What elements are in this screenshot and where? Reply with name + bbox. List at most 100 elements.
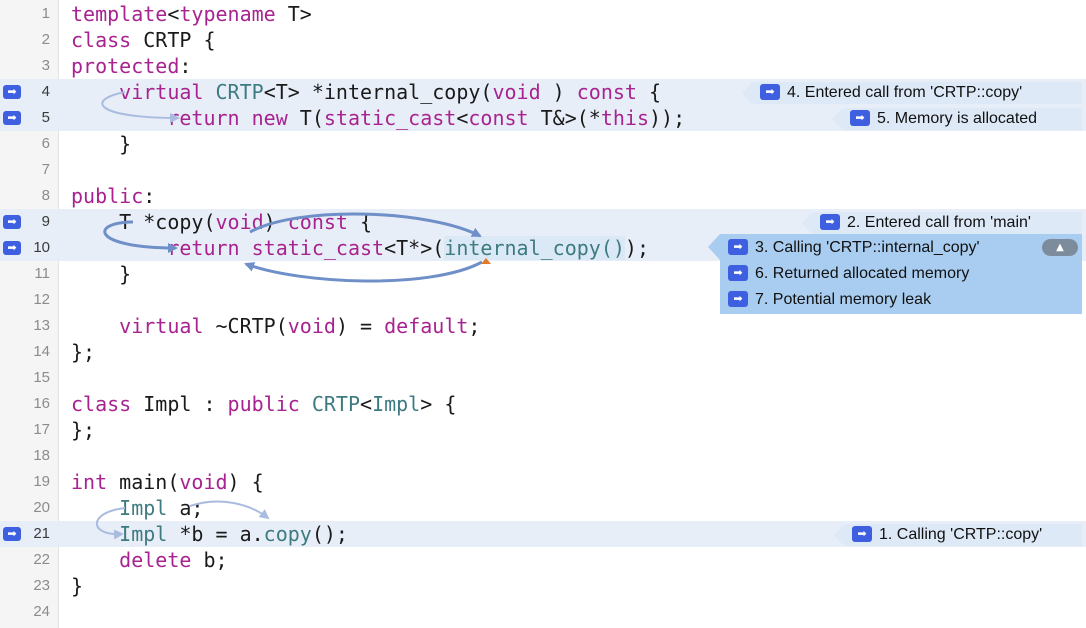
code-token: void xyxy=(215,210,264,234)
code-line-24[interactable]: 24 xyxy=(0,599,1086,625)
code-token: copy xyxy=(263,522,312,546)
code-token: T( xyxy=(287,106,324,130)
code-token: template xyxy=(71,2,168,26)
right-arrow-icon: ➡ xyxy=(760,83,780,100)
code-line-22[interactable]: 22 delete b; xyxy=(0,547,1086,573)
code-token: void xyxy=(287,314,336,338)
code-line-2[interactable]: 2 class CRTP { xyxy=(0,27,1086,53)
code-token: (); xyxy=(311,522,348,546)
code-token: Impl xyxy=(119,522,168,546)
right-arrow-icon: ➡ xyxy=(820,213,840,230)
code-text: class CRTP { xyxy=(71,27,216,53)
right-arrow-icon: ➡ xyxy=(728,264,748,281)
code-text: } xyxy=(71,573,83,599)
code-token: T *copy( xyxy=(71,210,216,234)
code-line-6[interactable]: 6 } xyxy=(0,131,1086,157)
code-text: public: xyxy=(71,183,155,209)
line-number: 24 xyxy=(33,603,50,620)
code-token: } xyxy=(71,262,132,286)
code-token: delete xyxy=(119,548,192,572)
code-line-14[interactable]: 14}; xyxy=(0,339,1086,365)
code-token: > { xyxy=(420,392,457,416)
code-token: class xyxy=(71,28,132,52)
code-text: virtual CRTP<T> *internal_copy(void ) co… xyxy=(71,79,661,105)
code-token: < xyxy=(167,2,180,26)
code-token: static_cast xyxy=(323,106,457,130)
code-token: Impl : xyxy=(131,392,228,416)
code-line-8[interactable]: 8 public: xyxy=(0,183,1086,209)
code-line-13[interactable]: 13 virtual ~CRTP(void) = default; xyxy=(0,313,1086,339)
code-line-18[interactable]: 18 xyxy=(0,443,1086,469)
code-token: : xyxy=(179,54,192,78)
code-token: { xyxy=(636,80,662,104)
code-token: public xyxy=(71,184,144,208)
code-token: ) xyxy=(263,210,288,234)
code-token: new xyxy=(251,106,288,130)
note-step-1[interactable]: ➡ 1. Calling 'CRTP::copy' xyxy=(834,524,1082,546)
code-text: T *copy(void) const { xyxy=(71,209,372,235)
code-token: const xyxy=(576,80,637,104)
code-text: template<typename T> xyxy=(71,1,312,27)
code-line-1[interactable]: 1 template<typename T> xyxy=(0,1,1086,27)
code-line-20[interactable]: 20 Impl a; xyxy=(0,495,1086,521)
code-token: ) { xyxy=(227,470,264,494)
line-number: 7 xyxy=(41,161,50,178)
line-number: 18 xyxy=(33,447,50,464)
note-step-7[interactable]: ➡ 7. Potential memory leak xyxy=(720,287,931,313)
code-text: }; xyxy=(71,339,95,365)
code-token: }; xyxy=(71,340,96,364)
code-token: public xyxy=(227,392,300,416)
line-number: 9 xyxy=(41,213,50,230)
note-step-4[interactable]: ➡ 4. Entered call from 'CRTP::copy' xyxy=(742,82,1082,104)
line-number: 16 xyxy=(33,395,50,412)
code-token: int xyxy=(71,470,108,494)
code-text: } xyxy=(71,261,131,287)
code-line-15[interactable]: 15 xyxy=(0,365,1086,391)
note-step-5[interactable]: ➡ 5. Memory is allocated xyxy=(832,108,1082,130)
code-line-17[interactable]: 17}; xyxy=(0,417,1086,443)
code-line-19[interactable]: 19 int main(void) { xyxy=(0,469,1086,495)
code-line-3[interactable]: 3 protected: xyxy=(0,53,1086,79)
code-line-7[interactable]: 7 xyxy=(0,157,1086,183)
code-token: < xyxy=(360,392,373,416)
code-token: protected xyxy=(71,54,180,78)
code-text: }; xyxy=(71,417,95,443)
note-step-3[interactable]: ➡ 3. Calling 'CRTP::internal_copy' xyxy=(720,235,980,261)
code-token: b; xyxy=(191,548,228,572)
code-token: T> xyxy=(275,2,312,26)
code-line-16[interactable]: 16 class Impl : public CRTP<Impl> { xyxy=(0,391,1086,417)
code-editor[interactable]: 1 template<typename T> 2 class CRTP {3 prote… xyxy=(0,0,1086,628)
line-number: 5 xyxy=(41,109,50,126)
step-panel-line-10[interactable]: ➡ 3. Calling 'CRTP::internal_copy' ▲ ➡ 6. … xyxy=(708,234,1082,314)
line-number: 22 xyxy=(33,551,50,568)
line-number: 12 xyxy=(33,291,50,308)
line-number: 6 xyxy=(41,135,50,152)
line-number: 11 xyxy=(34,265,50,282)
line-number: 10 xyxy=(33,239,50,256)
note-step-2[interactable]: ➡ 2. Entered call from 'main' xyxy=(802,212,1082,234)
collapse-triangle-up-icon[interactable]: ▲ xyxy=(1042,239,1078,256)
code-line-23[interactable]: 23} xyxy=(0,573,1086,599)
line-number: 13 xyxy=(33,317,50,334)
note-step-6[interactable]: ➡ 6. Returned allocated memory xyxy=(720,261,969,287)
code-token: < xyxy=(456,106,469,130)
code-token: } xyxy=(71,132,132,156)
line-number: 1 xyxy=(41,5,50,22)
right-arrow-icon: ➡ xyxy=(852,525,872,542)
line-number: 20 xyxy=(33,499,50,516)
code-token: ; xyxy=(468,314,481,338)
code-text: delete b; xyxy=(71,547,228,573)
code-token: default xyxy=(384,314,469,338)
code-token: void xyxy=(492,80,541,104)
code-text: return new T(static_cast<const T&>(*this… xyxy=(71,105,685,131)
code-token: <T> *internal_copy( xyxy=(263,80,493,104)
code-token: const xyxy=(287,210,348,234)
code-token: return xyxy=(167,236,240,260)
line-number: 14 xyxy=(33,343,50,360)
code-token: typename xyxy=(179,2,276,26)
